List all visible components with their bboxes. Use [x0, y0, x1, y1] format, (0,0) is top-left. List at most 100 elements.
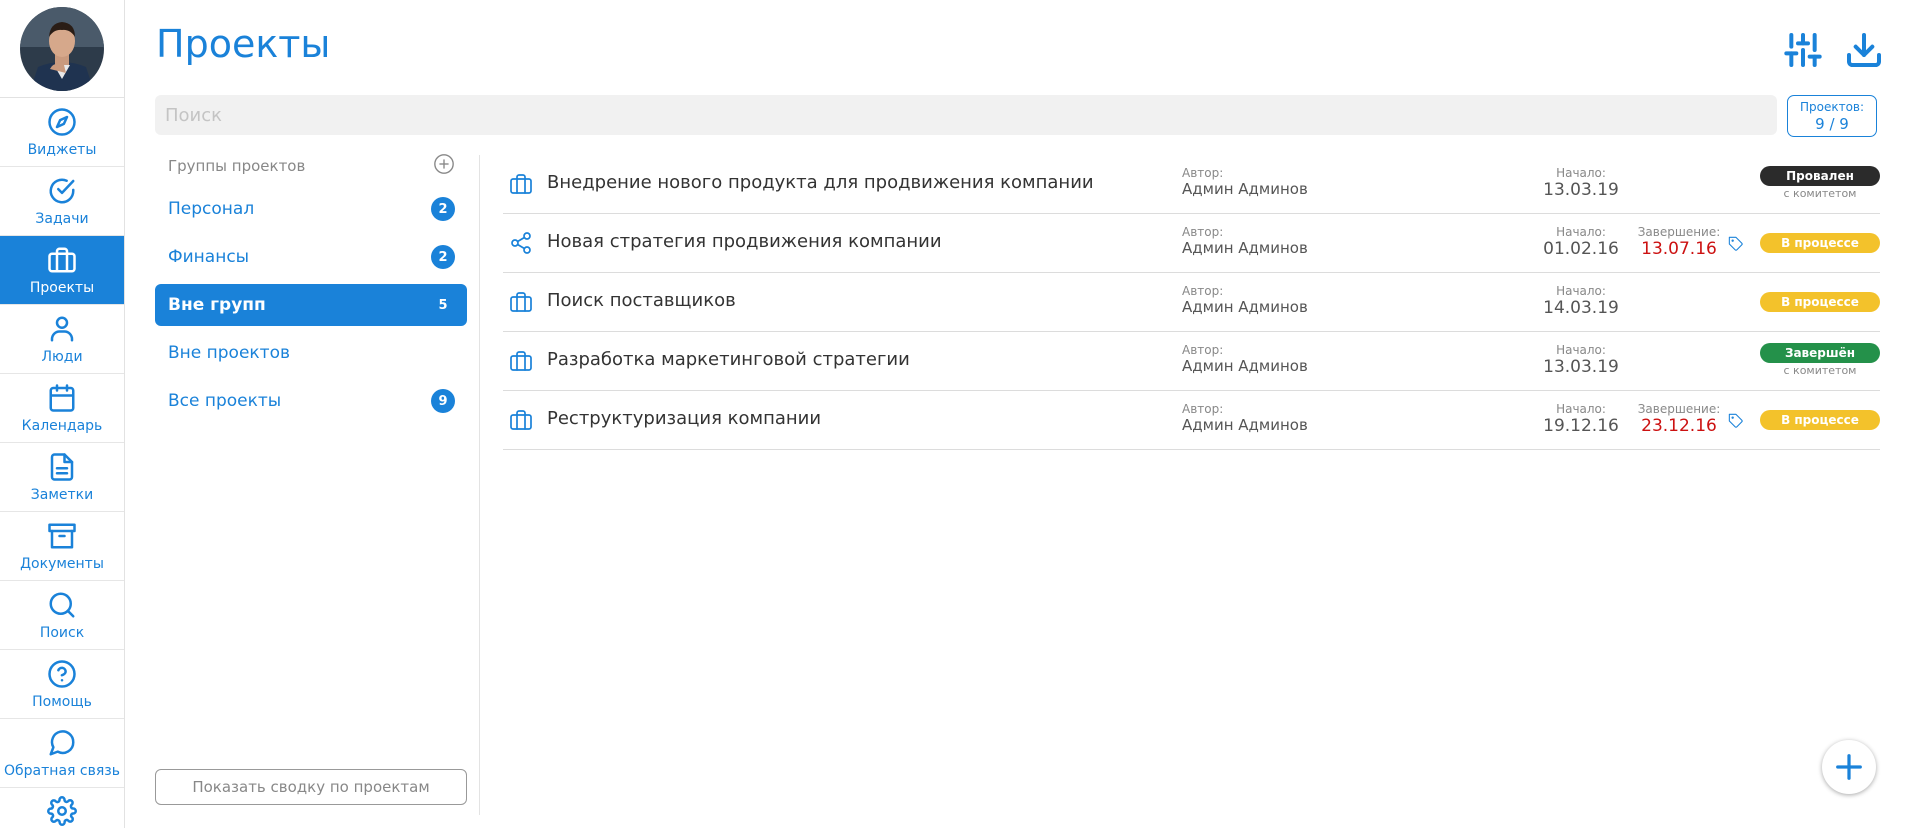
projects-counter-value: 9 / 9 — [1815, 115, 1849, 133]
nav-tasks[interactable]: Задачи — [0, 167, 124, 236]
tag-icon[interactable] — [1728, 236, 1744, 252]
nav-feedback[interactable]: Обратная связь — [0, 719, 124, 788]
sliders-icon — [1784, 33, 1822, 67]
status-badge: В процессе — [1760, 292, 1880, 312]
nav-calendar[interactable]: Календарь — [0, 374, 124, 443]
add-project-button[interactable] — [1822, 740, 1876, 794]
download-button[interactable] — [1844, 30, 1884, 70]
nav-help[interactable]: Помощь — [0, 650, 124, 719]
avatar-container — [0, 0, 124, 98]
briefcase-icon — [509, 172, 533, 196]
briefcase-icon — [48, 247, 76, 272]
end-label: Завершение: — [1637, 225, 1721, 239]
project-end: Завершение: 13.07.16 — [1634, 225, 1724, 259]
end-label: Завершение: — [1637, 402, 1721, 416]
start-label: Начало: — [1556, 402, 1606, 416]
archive-icon — [48, 523, 76, 548]
project-row[interactable]: Разработка маркетинговой стратегии Автор… — [503, 332, 1880, 391]
nav-projects[interactable]: Проекты — [0, 236, 124, 305]
plus-icon — [1836, 754, 1862, 780]
group-item-label: Вне проектов — [168, 343, 290, 363]
group-item-all-projects[interactable]: Все проекты 9 — [155, 380, 467, 422]
group-count-badge: 2 — [431, 245, 455, 269]
group-item-outside-projects[interactable]: Вне проектов — [155, 332, 467, 374]
status-note: с комитетом — [1783, 364, 1857, 377]
project-status: Провален с комитетом — [1760, 166, 1880, 200]
plus-circle-icon — [434, 154, 454, 174]
project-name[interactable]: Реструктуризация компании — [547, 408, 821, 429]
tag-icon[interactable] — [1728, 413, 1744, 429]
nav-label: Календарь — [21, 417, 103, 434]
search-input[interactable] — [155, 95, 1777, 135]
project-status: В процессе — [1760, 292, 1880, 312]
author-value: Админ Админов — [1182, 357, 1308, 375]
briefcase-icon — [509, 290, 533, 314]
start-label: Начало: — [1556, 225, 1606, 239]
nav-label: Поиск — [39, 624, 85, 641]
project-row[interactable]: Новая стратегия продвижения компании Авт… — [503, 214, 1880, 273]
nav-label: Люди — [41, 348, 83, 365]
nav-label: Обратная связь — [4, 762, 120, 779]
nav-notes[interactable]: Заметки — [0, 443, 124, 512]
project-status: Завершён с комитетом — [1760, 343, 1880, 377]
project-author: Автор: Админ Админов — [1182, 343, 1308, 376]
project-row[interactable]: Поиск поставщиков Автор: Админ Админов Н… — [503, 273, 1880, 332]
person-icon — [50, 316, 74, 341]
projects-counter-label: Проектов: — [1799, 100, 1865, 114]
show-summary-button[interactable]: Показать сводку по проектам — [155, 769, 467, 805]
start-label: Начало: — [1556, 284, 1606, 298]
document-icon — [50, 452, 74, 481]
status-badge: В процессе — [1760, 233, 1880, 253]
nav-widgets[interactable]: Виджеты — [0, 98, 124, 167]
project-name[interactable]: Поиск поставщиков — [547, 290, 736, 311]
project-name[interactable]: Внедрение нового продукта для продвижени… — [547, 172, 1094, 193]
status-badge: В процессе — [1760, 410, 1880, 430]
group-item-label: Финансы — [168, 247, 250, 267]
group-item-ungrouped[interactable]: Вне групп 5 — [155, 284, 467, 326]
status-badge: Провален — [1760, 166, 1880, 186]
group-count-badge: 5 — [438, 297, 448, 313]
nav-settings[interactable] — [0, 788, 124, 828]
check-circle-icon — [49, 178, 75, 203]
project-start: Начало: 13.03.19 — [1543, 343, 1619, 377]
author-label: Автор: — [1182, 402, 1224, 416]
nav-label: Задачи — [35, 210, 89, 227]
nav-people[interactable]: Люди — [0, 305, 124, 374]
project-name[interactable]: Новая стратегия продвижения компании — [547, 231, 942, 252]
group-count-badge: 2 — [431, 197, 455, 221]
group-item-finance[interactable]: Финансы 2 — [155, 236, 467, 278]
groups-header: Группы проектов — [155, 150, 467, 182]
project-status: В процессе — [1760, 410, 1880, 430]
status-badge: Завершён — [1760, 343, 1880, 363]
project-row[interactable]: Внедрение нового продукта для продвижени… — [503, 155, 1880, 214]
help-icon — [48, 659, 76, 688]
author-label: Автор: — [1182, 284, 1224, 298]
nav-documents[interactable]: Документы — [0, 512, 124, 581]
author-value: Админ Админов — [1182, 416, 1308, 434]
project-end: Завершение: 23.12.16 — [1634, 402, 1724, 436]
start-label: Начало: — [1556, 166, 1606, 180]
end-value: 13.07.16 — [1641, 239, 1717, 259]
project-start: Начало: 14.03.19 — [1543, 284, 1619, 318]
chat-icon — [49, 729, 75, 755]
start-value: 13.03.19 — [1543, 357, 1619, 377]
start-value: 13.03.19 — [1543, 180, 1619, 200]
search-icon — [49, 592, 75, 617]
group-item-personnel[interactable]: Персонал 2 — [155, 188, 467, 230]
avatar[interactable] — [20, 6, 104, 91]
project-name[interactable]: Разработка маркетинговой стратегии — [547, 349, 910, 370]
filter-button[interactable] — [1783, 30, 1823, 70]
nav-label: Проекты — [29, 279, 95, 296]
nav-search[interactable]: Поиск — [0, 581, 124, 650]
author-label: Автор: — [1182, 166, 1224, 180]
briefcase-icon — [509, 349, 533, 373]
projects-counter: Проектов: 9 / 9 — [1787, 95, 1877, 137]
sidebar-nav: Виджеты Задачи Проекты Люди Календарь За… — [0, 0, 125, 828]
project-row[interactable]: Реструктуризация компании Автор: Админ А… — [503, 391, 1880, 450]
panel-divider — [479, 155, 480, 815]
nav-label: Заметки — [30, 486, 94, 503]
add-group-button[interactable] — [433, 153, 455, 179]
project-start: Начало: 13.03.19 — [1543, 166, 1619, 200]
project-author: Автор: Админ Админов — [1182, 225, 1308, 258]
status-note: с комитетом — [1783, 187, 1857, 200]
